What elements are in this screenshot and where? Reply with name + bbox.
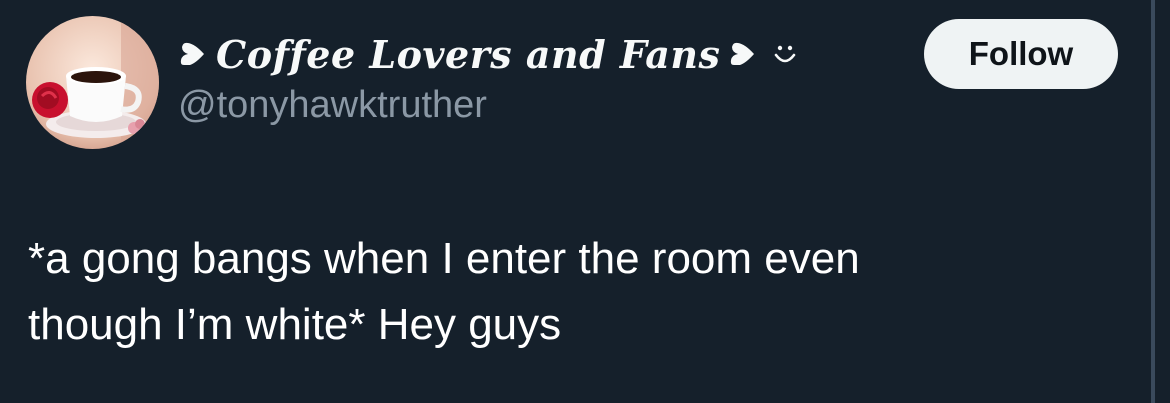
tweet-text: *a gong bangs when I enter the room even… (28, 234, 860, 349)
coffee-cup-avatar-icon (26, 16, 159, 149)
smile-icon (770, 39, 800, 69)
author-handle[interactable]: @tonyhawktruther (178, 84, 487, 127)
follow-button[interactable]: Follow (924, 19, 1118, 89)
author-display-name[interactable]: Coffee Lovers and Fans (216, 32, 720, 77)
avatar[interactable] (26, 16, 159, 149)
heart-icon (178, 39, 208, 69)
heart-icon (728, 39, 758, 69)
tweet-card: Coffee Lovers and Fans @tonyhawktruther … (0, 0, 1170, 403)
author-name-row[interactable]: Coffee Lovers and Fans (178, 28, 800, 80)
scrollbar[interactable] (1151, 0, 1155, 403)
